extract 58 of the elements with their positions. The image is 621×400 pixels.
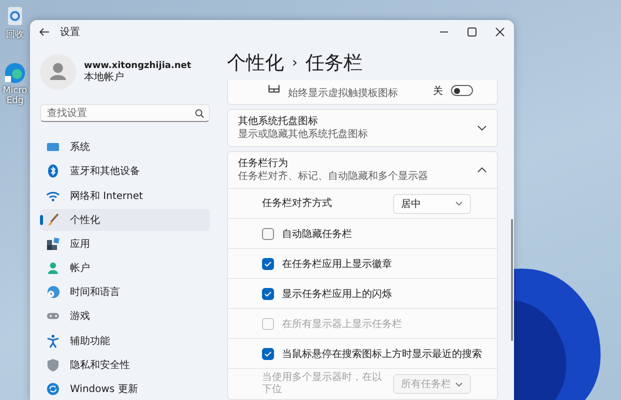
toggle-state-label: 关 (433, 84, 443, 98)
touchpad-icon (268, 84, 280, 92)
chevron-down-icon[interactable] (477, 125, 487, 131)
checkbox[interactable] (262, 288, 274, 300)
chevron-down-icon (455, 201, 463, 206)
nav-item[interactable]: 帐户 (40, 257, 210, 280)
account-type: 本地帐户 (84, 72, 125, 84)
nav-item[interactable]: 网络和 Internet (40, 184, 210, 206)
shield-icon (46, 358, 60, 372)
nav-item[interactable]: 辅助功能 (40, 330, 210, 352)
checkbox-label: 当鼠标悬停在搜索图标上方时显示最近的搜索 (282, 348, 483, 360)
breadcrumb-link[interactable]: 个性化 (227, 50, 284, 76)
globe-clock-icon (46, 285, 60, 300)
nav-item[interactable]: 隐私和安全性 (40, 354, 210, 376)
checkbox[interactable] (262, 348, 274, 360)
setting-description: 显示或隐藏其他系统托盘图标 (238, 128, 369, 140)
nav-item[interactable]: 个性化 (40, 208, 210, 231)
nav-item[interactable]: 系统 (40, 136, 210, 158)
person-icon (46, 261, 60, 276)
nav-item[interactable]: 蓝牙和其他设备 (40, 160, 210, 182)
checkbox-label: 显示任务栏应用上的闪烁 (282, 288, 393, 300)
window-title: 设置 (60, 26, 81, 39)
bluetooth-icon (46, 164, 60, 178)
setting-title: 其他系统托盘图标 (238, 116, 319, 128)
nav-item[interactable]: 应用 (40, 232, 210, 255)
checkmark-icon (264, 290, 272, 296)
search-icon (195, 108, 204, 118)
setting-label: 当使用多个显示器时，在以下位 (262, 372, 383, 396)
dropdown[interactable]: 居中 (393, 194, 471, 214)
scrollbar[interactable] (511, 219, 513, 341)
chevron-up-icon[interactable] (477, 167, 487, 173)
page-title: 任务栏 (306, 51, 363, 76)
account-name: www.xitongzhijia.net (84, 61, 192, 72)
checkmark-icon (264, 260, 272, 266)
checkbox-label: 自动隐藏任务栏 (282, 228, 353, 240)
chevron-down-icon (455, 382, 463, 386)
setting-description: 任务栏对齐、标记、自动隐藏和多个显示器 (238, 170, 429, 182)
checkbox-label: 在任务栏应用上显示徽章 (282, 258, 393, 270)
nav-item[interactable]: Windows 更新 (40, 378, 210, 400)
apps-icon (46, 236, 60, 251)
checkbox[interactable] (262, 228, 274, 240)
checkbox[interactable] (262, 258, 274, 270)
toggle-switch[interactable] (451, 85, 473, 96)
setting-title: 任务栏行为 (238, 158, 289, 170)
checkbox-label: 在所有显示器上显示任务栏 (282, 318, 403, 330)
accessibility-icon (46, 334, 60, 348)
breadcrumb-separator: › (292, 55, 298, 71)
paintbrush-icon (46, 212, 60, 227)
browser-icon (4, 62, 26, 84)
nav-item[interactable]: 时间和语言 (40, 281, 210, 304)
nav-item[interactable]: 游戏 (40, 305, 210, 328)
avatar-icon (40, 54, 76, 90)
setting-description: 始终显示虚拟触摸板图标 (288, 86, 399, 100)
sync-icon (46, 382, 60, 396)
setting-label: 任务栏对齐方式 (262, 198, 333, 210)
back-arrow-icon (38, 27, 50, 37)
checkmark-icon (264, 350, 272, 356)
search-field[interactable]: 查找设置 (40, 104, 210, 122)
